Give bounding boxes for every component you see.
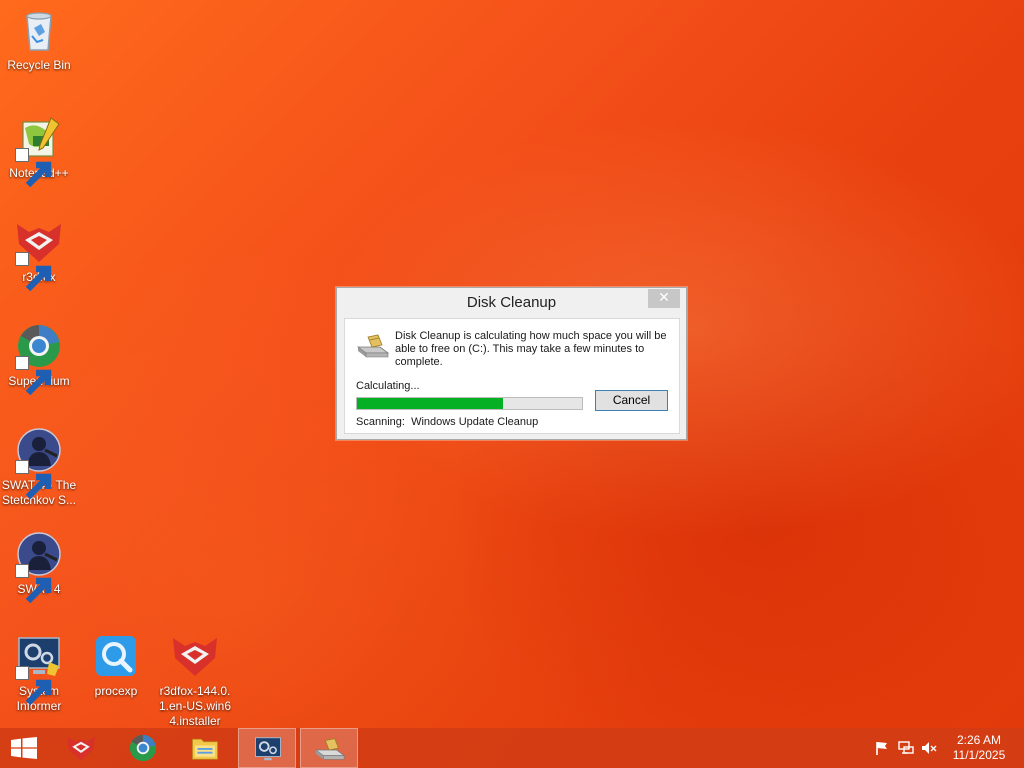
supermium-icon (129, 734, 157, 762)
recycle-bin-icon (15, 6, 63, 54)
system-informer-icon (15, 632, 63, 706)
progress-fill (357, 398, 504, 409)
taskbar-r3dfox[interactable] (52, 728, 110, 768)
status-text: Calculating... (356, 380, 420, 392)
desktop-icon-system-informer[interactable]: System Informer (0, 632, 78, 714)
shortcut-arrow-icon (15, 564, 52, 604)
scanning-item: Windows Update Cleanup (411, 416, 539, 428)
notepad-plus-plus-icon (15, 114, 63, 188)
taskbar-system-informer[interactable] (238, 728, 296, 768)
network-icon[interactable] (898, 740, 914, 756)
desktop-icon-recycle-bin[interactable]: Recycle Bin (0, 6, 78, 73)
system-informer-icon (255, 737, 281, 761)
desktop-icon-supermium[interactable]: Supermium (0, 322, 78, 396)
r3dfox-icon (15, 218, 63, 292)
system-clock[interactable]: 2:26 AM 11/1/2025 (944, 733, 1014, 763)
taskbar: 2:26 AM 11/1/2025 (0, 728, 1024, 768)
disk-cleanup-icon (314, 738, 346, 760)
taskbar-disk-cleanup[interactable] (300, 728, 358, 768)
start-icon (11, 737, 37, 759)
close-button[interactable]: ✕ (648, 289, 680, 308)
shortcut-arrow-icon (15, 460, 52, 500)
dialog-title: Disk Cleanup (466, 294, 557, 311)
desktop-icon-label: Recycle Bin (7, 58, 71, 72)
shortcut-arrow-icon (15, 148, 52, 188)
start-button[interactable] (0, 728, 48, 768)
clock-date: 11/1/2025 (952, 748, 1006, 762)
dialog-titlebar[interactable]: Disk Cleanup ✕ (337, 288, 686, 316)
progress-bar (356, 397, 583, 410)
clock-time: 2:26 AM (956, 733, 1002, 747)
shortcut-arrow-icon (15, 356, 52, 396)
scanning-label: Scanning: (356, 416, 405, 428)
volume-muted-icon[interactable] (921, 740, 937, 756)
desktop-icon-label: procexp (94, 684, 138, 698)
shortcut-arrow-icon (15, 252, 52, 292)
desktop-icon-r3dfox-installer[interactable]: r3dfox-144.0.1.en-US.win64.installer (156, 632, 234, 729)
r3dfox-installer-icon (171, 632, 219, 680)
desktop-icon-r3dfox[interactable]: r3dfox (0, 218, 78, 292)
file-explorer-icon (192, 738, 218, 760)
desktop-icon-notepad-plus-plus[interactable]: Notepad++ (0, 114, 78, 188)
shortcut-arrow-icon (15, 666, 52, 706)
scanning-line: Scanning: Windows Update Cleanup (356, 416, 538, 428)
swat4-icon (15, 530, 63, 604)
r3dfox-icon (67, 736, 95, 761)
supermium-icon (15, 322, 63, 396)
taskbar-file-explorer[interactable] (176, 728, 234, 768)
desktop-icon-swat4[interactable]: SWAT 4 (0, 530, 78, 604)
swat4-expansion-icon (15, 426, 63, 500)
flag-icon[interactable] (874, 740, 890, 756)
procexp-icon (92, 632, 140, 680)
taskbar-supermium[interactable] (114, 728, 172, 768)
desktop-icon-label: r3dfox-144.0.1.en-US.win64.installer (158, 684, 232, 728)
dialog-body: Disk Cleanup is calculating how much spa… (344, 318, 680, 434)
desktop-icon-swat4-expansion[interactable]: SWAT 4 - The Stetchkov S... (0, 426, 78, 508)
desktop-icon-procexp[interactable]: procexp (77, 632, 155, 699)
disk-cleanup-icon (356, 333, 390, 359)
cancel-button[interactable]: Cancel (595, 390, 668, 411)
disk-cleanup-dialog: Disk Cleanup ✕ Disk Cleanup is calculati… (336, 287, 687, 440)
dialog-message: Disk Cleanup is calculating how much spa… (395, 330, 667, 368)
